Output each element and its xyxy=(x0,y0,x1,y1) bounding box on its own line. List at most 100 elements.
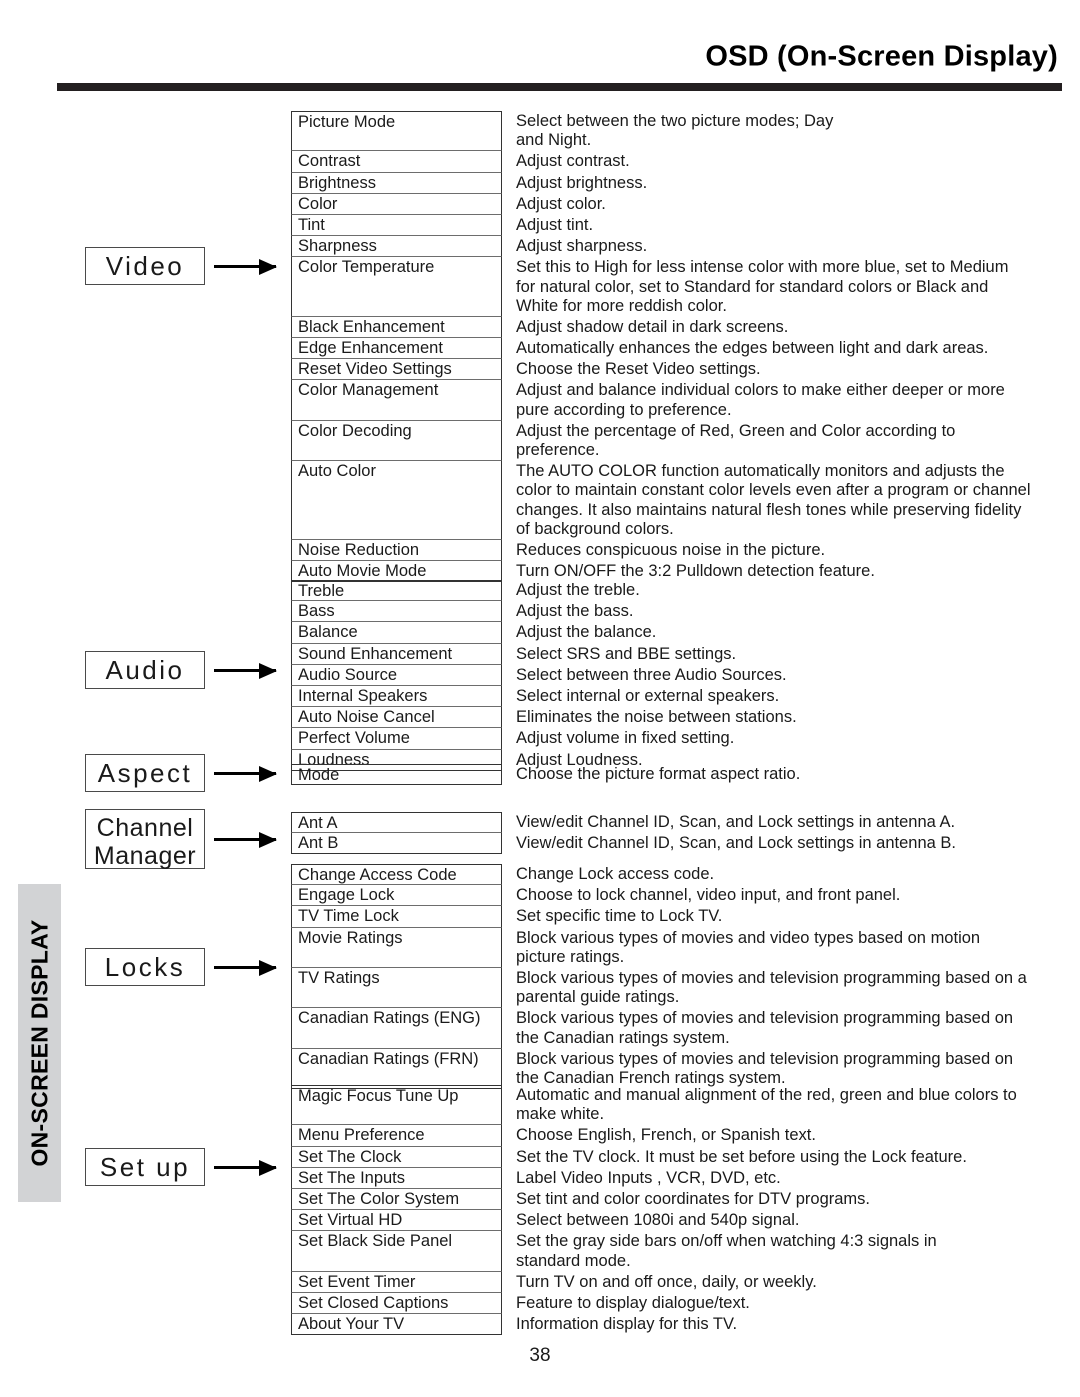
setting-name: Tint xyxy=(291,214,502,237)
settings-row: Reset Video Settings Choose the Reset Vid… xyxy=(291,359,1021,381)
settings-row: Set Closed Captions Feature to display di… xyxy=(291,1292,1021,1315)
settings-row: Brightness Adjust brightness. xyxy=(291,172,1021,194)
setting-description-line: The AUTO COLOR function automatically mo… xyxy=(516,462,1005,481)
settings-group-locks: Change Access Code Change Lock access cod… xyxy=(291,864,1027,1090)
setting-description-line: Set this to High for less intense color … xyxy=(516,258,1009,277)
setting-name: Balance xyxy=(291,622,502,644)
setting-description-line: Set the TV clock. It must be set before … xyxy=(516,1147,967,1166)
setting-description-line: Adjust the balance. xyxy=(516,623,657,642)
setting-description-line: and Night. xyxy=(516,131,592,150)
setting-name: Movie Ratings xyxy=(291,927,502,968)
setting-name: Magic Focus Tune Up xyxy=(291,1085,502,1126)
setting-description-line: Choose English, French, or Spanish text. xyxy=(516,1126,816,1145)
setting-description-line: color to maintain constant color levels … xyxy=(516,481,1031,500)
setting-description-line: Block various types of movies and televi… xyxy=(516,968,1027,987)
settings-group-audio: Treble Adjust the treble. Bass Adjust the b… xyxy=(291,580,1021,771)
page-number: 38 xyxy=(529,1345,551,1366)
setting-description: Feature to display dialogue/text. xyxy=(502,1293,1021,1313)
settings-row: Menu Preference Choose English, French, o… xyxy=(291,1125,1021,1147)
setting-name: Ant A xyxy=(291,812,502,834)
setting-name: Internal Speakers xyxy=(291,685,502,708)
setting-description-line: Adjust tint. xyxy=(516,215,594,234)
setting-description-line: Select SRS and BBE settings. xyxy=(516,644,737,663)
setting-description-line: Information display for this TV. xyxy=(516,1315,738,1334)
settings-row: Picture Mode Select between the two pictu… xyxy=(291,111,1021,152)
setting-description: Label Video Inputs , VCR, DVD, etc. xyxy=(502,1168,1021,1188)
category-box-setup[interactable]: Set up xyxy=(85,1148,205,1186)
setting-name: Auto Noise Cancel xyxy=(291,707,502,729)
setting-description: Adjust contrast. xyxy=(502,151,1021,171)
settings-row: Ant B View/edit Channel ID, Scan, and Loc… xyxy=(291,833,1021,855)
category-box-audio[interactable]: Audio xyxy=(85,651,205,689)
setting-description: Select between 1080i and 540p signal. xyxy=(502,1210,1021,1230)
setting-name: Color Temperature xyxy=(291,257,502,317)
setting-description-line: make white. xyxy=(516,1105,605,1124)
settings-row: Auto Color The AUTO COLOR function automa… xyxy=(291,461,1031,541)
settings-row: Contrast Adjust contrast. xyxy=(291,151,1021,173)
setting-description: Automatically enhances the edges between… xyxy=(502,338,1021,358)
setting-name: Set The Clock xyxy=(291,1146,502,1168)
settings-row: Internal Speakers Select internal or exte… xyxy=(291,685,1021,708)
setting-description-line: Set tint and color coordinates for DTV p… xyxy=(516,1189,870,1208)
settings-row: Color Decoding Adjust the percentage of R… xyxy=(291,420,1021,462)
setting-description: Block various types of movies and video … xyxy=(502,928,1021,967)
setting-description: Adjust brightness. xyxy=(502,173,1021,193)
setting-name: Noise Reduction xyxy=(291,540,502,562)
setting-description-line: Adjust brightness. xyxy=(516,173,648,192)
setting-description-line: Adjust and balance individual colors to … xyxy=(516,381,1005,400)
setting-description: Block various types of movies and televi… xyxy=(502,1049,1021,1088)
settings-row: Ant A View/edit Channel ID, Scan, and Loc… xyxy=(291,812,1021,834)
settings-row: Canadian Ratings (ENG) Block various type… xyxy=(291,1008,1021,1049)
setting-name: Set The Inputs xyxy=(291,1167,502,1189)
category-box-channel-manager[interactable]: Channel Manager xyxy=(85,809,205,870)
setting-name: Color Management xyxy=(291,380,502,421)
setting-name: Sharpness xyxy=(291,236,502,258)
setting-description-line: changes. It also maintains natural flesh… xyxy=(516,500,1022,519)
setting-name: Mode xyxy=(291,764,502,786)
settings-row: Canadian Ratings (FRN) Block various type… xyxy=(291,1048,1021,1090)
section-side-tab: ON-SCREEN DISPLAY xyxy=(18,884,61,1202)
setting-description-line: picture ratings. xyxy=(516,947,625,966)
setting-description: Block various types of movies and televi… xyxy=(502,1008,1021,1047)
setting-description: Choose English, French, or Spanish text. xyxy=(502,1125,1021,1145)
setting-name: Sound Enhancement xyxy=(291,643,502,665)
setting-description: Reduces conspicuous noise in the picture… xyxy=(502,540,1021,560)
category-box-aspect[interactable]: Aspect xyxy=(85,754,205,792)
setting-name: Set Virtual HD xyxy=(291,1210,502,1232)
setting-description: View/edit Channel ID, Scan, and Lock set… xyxy=(502,812,1021,832)
settings-row: Color Temperature Set this to High for le… xyxy=(291,257,1021,317)
category-label-setup: Set up xyxy=(99,1151,191,1182)
setting-name: Menu Preference xyxy=(291,1125,502,1147)
arrow-channel-manager xyxy=(214,838,276,841)
category-box-video[interactable]: Video xyxy=(85,247,205,285)
setting-description: Adjust tint. xyxy=(502,215,1021,235)
setting-description-line: Set specific time to Lock TV. xyxy=(516,907,723,926)
settings-row: TV Time Lock Set specific time to Lock TV… xyxy=(291,906,1021,928)
setting-description-line: Set the gray side bars on/off when watch… xyxy=(516,1232,937,1251)
setting-description: Turn TV on and off once, daily, or weekl… xyxy=(502,1272,1021,1292)
settings-row: TV Ratings Block various types of movies … xyxy=(291,967,1027,1009)
setting-description-line: Automatic and manual alignment of the re… xyxy=(516,1086,1017,1104)
setting-name: Canadian Ratings (ENG) xyxy=(291,1008,502,1049)
setting-name: Set The Color System xyxy=(291,1188,502,1211)
setting-description: Set the TV clock. It must be set before … xyxy=(502,1147,1021,1167)
setting-description-line: Adjust the treble. xyxy=(516,581,640,599)
settings-row: Bass Adjust the bass. xyxy=(291,601,1021,623)
arrow-aspect xyxy=(214,772,276,775)
setting-description-line: of background colors. xyxy=(516,519,674,538)
setting-name: Color xyxy=(291,193,502,215)
setting-description-line: Adjust contrast. xyxy=(516,152,630,171)
setting-description: Change Lock access code. xyxy=(502,864,1021,884)
settings-row: Set The Inputs Label Video Inputs , VCR, … xyxy=(291,1167,1021,1189)
setting-description-line: White for more reddish color. xyxy=(516,296,727,315)
header-divider-rule xyxy=(57,83,1062,91)
setting-description: Adjust shadow detail in dark screens. xyxy=(502,317,1021,337)
setting-description: Set specific time to Lock TV. xyxy=(502,906,1021,926)
setting-description-line: View/edit Channel ID, Scan, and Lock set… xyxy=(516,834,956,853)
category-box-locks[interactable]: Locks xyxy=(85,948,205,986)
setting-name: Set Closed Captions xyxy=(291,1292,502,1315)
setting-description: Select between the two picture modes; Da… xyxy=(502,111,1021,150)
setting-name: Canadian Ratings (FRN) xyxy=(291,1048,502,1090)
setting-description-line: Eliminates the noise between stations. xyxy=(516,708,797,727)
setting-description: Adjust and balance individual colors to … xyxy=(502,380,1021,419)
